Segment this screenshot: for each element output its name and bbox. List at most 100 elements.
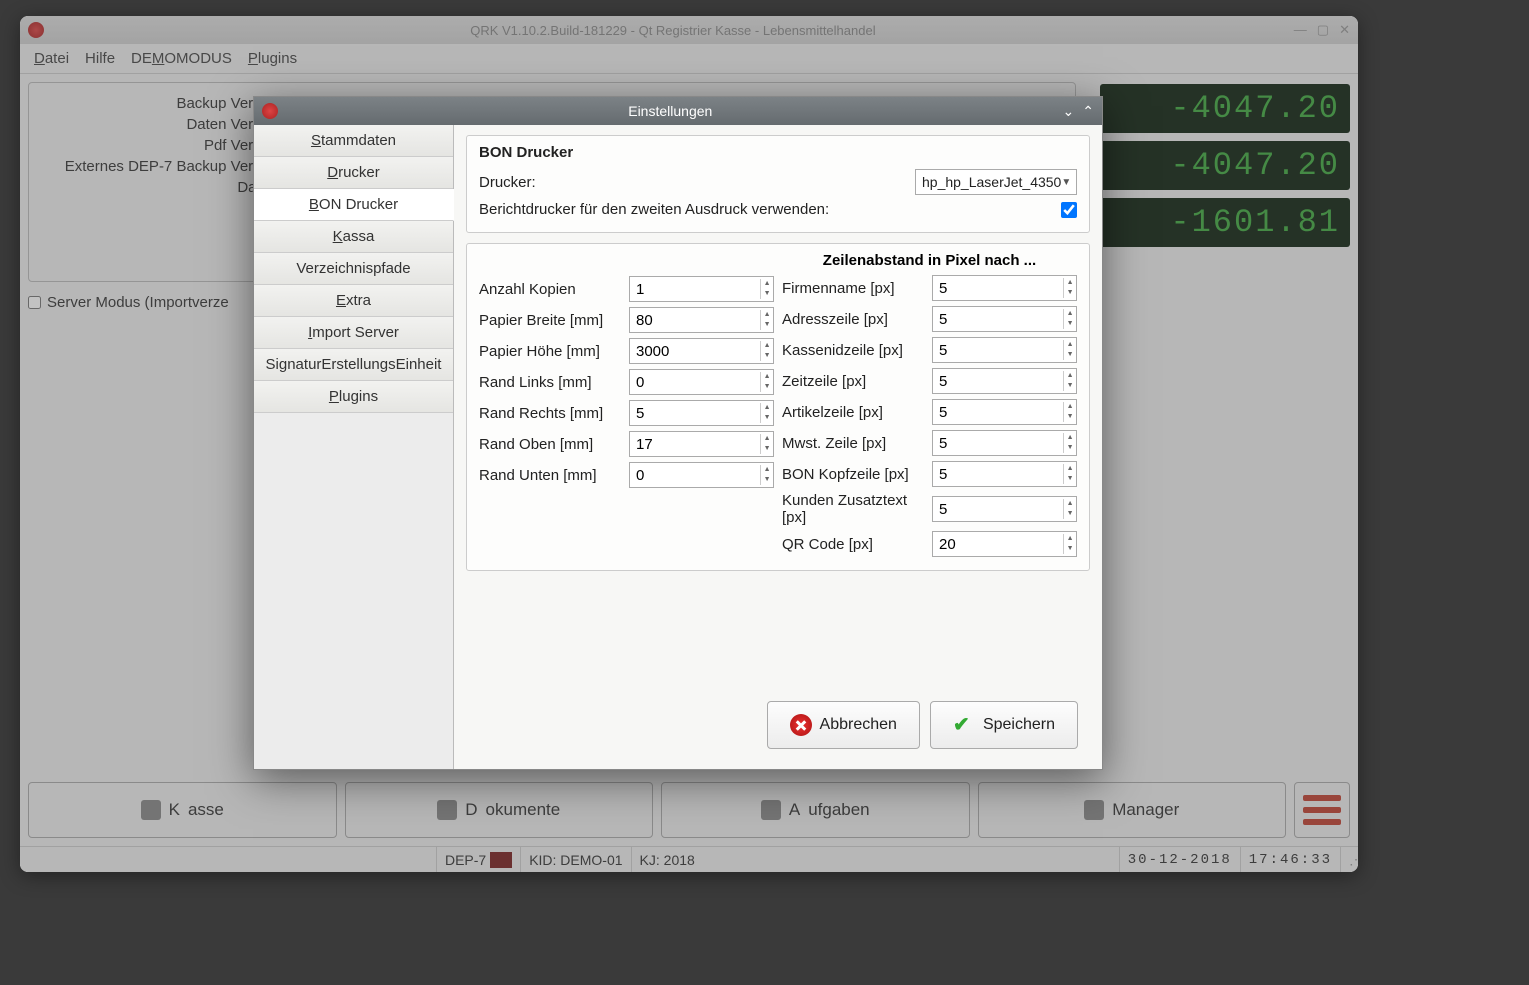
spin-label: Firmenname [px] (782, 280, 932, 297)
spin-input[interactable]: ▲▼ (629, 462, 774, 488)
spin-input[interactable]: ▲▼ (629, 400, 774, 426)
spin-down-icon[interactable]: ▼ (761, 320, 773, 330)
spin-up-icon[interactable]: ▲ (761, 465, 773, 475)
spin-down-icon[interactable]: ▼ (761, 413, 773, 423)
zeilenabstand-title: Zeilenabstand in Pixel nach ... (782, 252, 1077, 269)
drucker-value: hp_hp_LaserJet_4350 (922, 174, 1061, 190)
spin-value[interactable] (630, 281, 760, 298)
spin-label: Kassenidzeile [px] (782, 342, 932, 359)
spin-label: Zeitzeile [px] (782, 373, 932, 390)
spin-value[interactable] (630, 343, 760, 360)
spin-down-icon[interactable]: ▼ (1064, 443, 1076, 453)
spin-value[interactable] (630, 405, 760, 422)
spin-input[interactable]: ▲▼ (932, 275, 1077, 301)
spin-down-icon[interactable]: ▼ (1064, 319, 1076, 329)
berichtdrucker-checkbox[interactable] (1061, 202, 1077, 218)
tab-plugins[interactable]: Plugins (254, 381, 453, 413)
spin-label: Rand Links [mm] (479, 374, 629, 391)
spin-input[interactable]: ▲▼ (629, 307, 774, 333)
spin-label: Rand Oben [mm] (479, 436, 629, 453)
bon-drucker-section: BON Drucker Drucker: hp_hp_LaserJet_4350… (466, 135, 1090, 233)
spin-up-icon[interactable]: ▲ (1064, 499, 1076, 509)
spin-value[interactable] (630, 436, 760, 453)
spin-down-icon[interactable]: ▼ (1064, 288, 1076, 298)
cancel-button[interactable]: Abbrechen (767, 701, 920, 749)
spin-up-icon[interactable]: ▲ (1064, 433, 1076, 443)
spin-up-icon[interactable]: ▲ (1064, 402, 1076, 412)
spin-down-icon[interactable]: ▼ (761, 351, 773, 361)
caret-down-icon: ▼ (1061, 177, 1071, 188)
spin-value[interactable] (630, 312, 760, 329)
spin-label: Papier Höhe [mm] (479, 343, 629, 360)
tab-bon-drucker[interactable]: BON Drucker (254, 189, 454, 221)
spin-down-icon[interactable]: ▼ (1064, 474, 1076, 484)
tab-import-server[interactable]: Import Server (254, 317, 453, 349)
spin-down-icon[interactable]: ▼ (1064, 350, 1076, 360)
spin-label: Artikelzeile [px] (782, 404, 932, 421)
spin-input[interactable]: ▲▼ (932, 368, 1077, 394)
spin-up-icon[interactable]: ▲ (761, 341, 773, 351)
spin-down-icon[interactable]: ▼ (1064, 412, 1076, 422)
spin-input[interactable]: ▲▼ (629, 338, 774, 364)
spin-value[interactable] (933, 373, 1063, 390)
spin-up-icon[interactable]: ▲ (1064, 534, 1076, 544)
spin-value[interactable] (933, 435, 1063, 452)
paper-settings-section: Anzahl Kopien▲▼Papier Breite [mm]▲▼Papie… (466, 243, 1090, 571)
spin-value[interactable] (933, 311, 1063, 328)
check-icon (953, 714, 975, 736)
drucker-combobox[interactable]: hp_hp_LaserJet_4350 ▼ (915, 169, 1077, 195)
spin-label: Kunden Zusatztext [px] (782, 492, 932, 526)
spin-up-icon[interactable]: ▲ (1064, 340, 1076, 350)
spin-down-icon[interactable]: ▼ (761, 382, 773, 392)
spin-up-icon[interactable]: ▲ (761, 434, 773, 444)
spin-input[interactable]: ▲▼ (629, 369, 774, 395)
spin-up-icon[interactable]: ▲ (1064, 464, 1076, 474)
spin-down-icon[interactable]: ▼ (1064, 544, 1076, 554)
tab-drucker[interactable]: Drucker (254, 157, 453, 189)
spin-up-icon[interactable]: ▲ (1064, 278, 1076, 288)
chevron-up-icon[interactable]: ⌃ (1082, 103, 1094, 120)
spin-input[interactable]: ▲▼ (932, 337, 1077, 363)
spin-input[interactable]: ▲▼ (932, 399, 1077, 425)
spin-label: Rand Rechts [mm] (479, 405, 629, 422)
tab-signatur[interactable]: SignaturErstellungsEinheit (254, 349, 453, 381)
spin-down-icon[interactable]: ▼ (761, 289, 773, 299)
spin-up-icon[interactable]: ▲ (1064, 309, 1076, 319)
spin-input[interactable]: ▲▼ (932, 496, 1077, 522)
spin-value[interactable] (933, 466, 1063, 483)
spin-value[interactable] (933, 342, 1063, 359)
spin-down-icon[interactable]: ▼ (1064, 381, 1076, 391)
spin-up-icon[interactable]: ▲ (761, 372, 773, 382)
spin-label: Adresszeile [px] (782, 311, 932, 328)
tab-verzeichnispfade[interactable]: Verzeichnispfade (254, 253, 453, 285)
settings-dialog: Einstellungen ⌄ ⌃ Stammdaten Drucker BON… (253, 96, 1103, 770)
save-button[interactable]: Speichern (930, 701, 1078, 749)
spin-input[interactable]: ▲▼ (932, 461, 1077, 487)
spin-input[interactable]: ▲▼ (932, 531, 1077, 557)
tab-stammdaten[interactable]: Stammdaten (254, 125, 453, 157)
tab-extra[interactable]: Extra (254, 285, 453, 317)
dialog-titlebar: Einstellungen ⌄ ⌃ (254, 97, 1102, 125)
dialog-app-icon (262, 103, 278, 119)
spin-value[interactable] (630, 467, 760, 484)
spin-up-icon[interactable]: ▲ (1064, 371, 1076, 381)
chevron-down-icon[interactable]: ⌄ (1063, 103, 1075, 120)
spin-down-icon[interactable]: ▼ (761, 444, 773, 454)
spin-label: Mwst. Zeile [px] (782, 435, 932, 452)
spin-down-icon[interactable]: ▼ (761, 475, 773, 485)
spin-up-icon[interactable]: ▲ (761, 310, 773, 320)
spin-input[interactable]: ▲▼ (629, 431, 774, 457)
spin-input[interactable]: ▲▼ (932, 306, 1077, 332)
spin-value[interactable] (933, 280, 1063, 297)
spin-input[interactable]: ▲▼ (629, 276, 774, 302)
spin-input[interactable]: ▲▼ (932, 430, 1077, 456)
spin-value[interactable] (933, 501, 1063, 518)
spin-value[interactable] (630, 374, 760, 391)
spin-down-icon[interactable]: ▼ (1064, 509, 1076, 519)
spin-up-icon[interactable]: ▲ (761, 403, 773, 413)
section-title: BON Drucker (479, 144, 1077, 161)
spin-up-icon[interactable]: ▲ (761, 279, 773, 289)
spin-value[interactable] (933, 404, 1063, 421)
spin-value[interactable] (933, 536, 1063, 553)
tab-kassa[interactable]: Kassa (254, 221, 453, 253)
